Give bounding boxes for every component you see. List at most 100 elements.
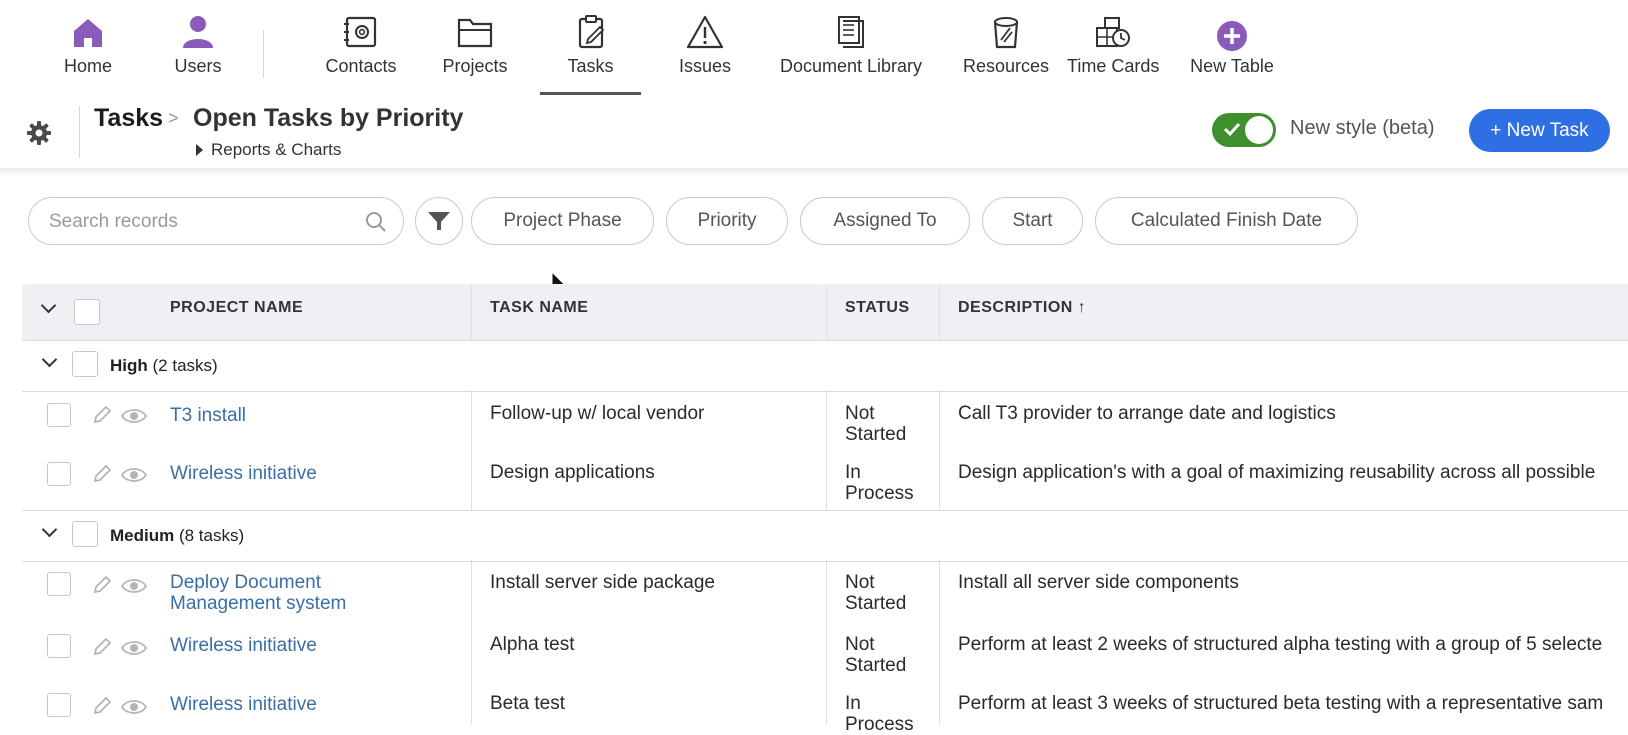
nav-item-issues[interactable]: Issues — [665, 14, 745, 94]
chip-project-phase[interactable]: Project Phase — [471, 197, 654, 245]
time-cards-icon — [1096, 17, 1130, 47]
chip-priority[interactable]: Priority — [666, 197, 788, 245]
project-name-link[interactable]: Wireless initiative — [170, 463, 450, 484]
description-cell: Install all server side components — [958, 572, 1239, 593]
eye-icon[interactable] — [121, 407, 147, 425]
project-name-link[interactable]: T3 install — [170, 405, 450, 426]
column-divider — [826, 560, 827, 724]
project-name-link[interactable]: Deploy Document Management system — [170, 572, 400, 614]
nav-item-projects[interactable]: Projects — [430, 14, 520, 94]
search-input[interactable] — [47, 208, 351, 236]
col-header-project-name[interactable]: PROJECT NAME — [170, 299, 303, 317]
row-checkbox[interactable] — [47, 572, 71, 596]
nav-item-home[interactable]: Home — [58, 14, 118, 94]
row-checkbox[interactable] — [47, 693, 71, 717]
user-icon — [183, 16, 213, 48]
pencil-icon[interactable] — [92, 405, 112, 425]
group-checkbox[interactable] — [72, 521, 98, 547]
eye-icon[interactable] — [121, 639, 147, 657]
description-cell: Perform at least 2 weeks of structured a… — [958, 634, 1603, 655]
description-cell: Design application's with a goal of maxi… — [958, 462, 1596, 483]
toggle-knob — [1245, 116, 1273, 144]
select-all-checkbox[interactable] — [74, 299, 100, 325]
nav-label: Contacts — [325, 56, 397, 76]
chip-assigned-to[interactable]: Assigned To — [800, 197, 970, 245]
new-task-button[interactable]: + New Task — [1469, 109, 1610, 152]
filter-icon — [428, 212, 450, 230]
nav-item-new-table[interactable]: New Table — [1189, 14, 1275, 94]
status-cell: In Process — [845, 462, 914, 504]
task-name-cell: Design applications — [490, 462, 655, 483]
column-divider — [939, 284, 940, 340]
chip-calculated-finish-date[interactable]: Calculated Finish Date — [1095, 197, 1358, 245]
column-divider — [939, 390, 940, 510]
group-header-medium — [22, 510, 1628, 562]
home-icon — [74, 19, 102, 47]
column-divider — [826, 390, 827, 510]
nav-item-users[interactable]: Users — [170, 14, 226, 94]
breadcrumb-separator: > — [168, 108, 179, 128]
col-header-task-name[interactable]: TASK NAME — [490, 299, 588, 317]
group-count: (2 tasks) — [152, 356, 218, 375]
nav-item-time-cards[interactable]: Time Cards — [1067, 14, 1159, 94]
eye-icon[interactable] — [121, 698, 147, 716]
group-count: (8 tasks) — [178, 526, 245, 545]
row-checkbox[interactable] — [47, 634, 71, 658]
plus-circle-icon — [1217, 21, 1247, 51]
folder-icon — [457, 18, 493, 48]
pencil-icon[interactable] — [92, 696, 112, 716]
nav-label: Resources — [962, 56, 1050, 76]
col-header-description[interactable]: DESCRIPTION ↑ — [958, 299, 1086, 317]
pencil-icon[interactable] — [92, 575, 112, 595]
status-cell: In Process — [845, 693, 914, 735]
tab-tasks[interactable]: Tasks — [540, 14, 641, 95]
resources-icon — [993, 17, 1019, 49]
col-header-status[interactable]: STATUS — [845, 299, 910, 317]
status-cell: Not Started — [845, 572, 907, 614]
nav-divider — [263, 30, 264, 78]
group-checkbox[interactable] — [72, 351, 98, 377]
nav-label: New Table — [1190, 56, 1274, 76]
eye-icon[interactable] — [121, 577, 147, 595]
warning-icon — [686, 15, 724, 49]
column-divider — [939, 560, 940, 724]
row-checkbox[interactable] — [47, 403, 71, 427]
page-title: Open Tasks by Priority — [193, 104, 464, 132]
eye-icon[interactable] — [121, 466, 147, 484]
search-icon[interactable] — [365, 211, 387, 233]
nav-label: Tasks — [567, 56, 614, 76]
check-icon — [1223, 122, 1241, 137]
reports-charts-label: Reports & Charts — [211, 140, 342, 159]
breadcrumb-root[interactable]: Tasks — [94, 104, 163, 133]
contacts-icon — [344, 16, 377, 48]
group-label: Medium (8 tasks) — [110, 526, 244, 546]
nav-item-document-library[interactable]: Document Library — [778, 14, 924, 94]
top-nav: Home Users Contacts Projects Tasks Issue… — [0, 0, 1628, 96]
chip-start[interactable]: Start — [982, 197, 1083, 245]
clipboard-icon — [578, 15, 604, 49]
task-name-cell: Alpha test — [490, 634, 575, 655]
group-name: High — [110, 356, 148, 375]
project-name-link[interactable]: Wireless initiative — [170, 635, 450, 656]
pencil-icon[interactable] — [92, 637, 112, 657]
new-style-toggle[interactable] — [1212, 113, 1276, 147]
nav-item-resources[interactable]: Resources — [953, 14, 1059, 94]
gear-icon[interactable] — [26, 120, 52, 146]
reports-charts-toggle[interactable]: Reports & Charts — [196, 140, 341, 160]
header-shadow — [0, 168, 1628, 176]
row-checkbox[interactable] — [47, 462, 71, 486]
column-divider — [471, 560, 472, 724]
group-label: High (2 tasks) — [110, 356, 218, 376]
filter-button[interactable] — [415, 197, 463, 245]
status-cell: Not Started — [845, 403, 907, 445]
status-cell: Not Started — [845, 634, 907, 676]
header-divider — [79, 106, 80, 158]
column-divider — [826, 284, 827, 340]
project-name-link[interactable]: Wireless initiative — [170, 694, 450, 715]
nav-item-contacts[interactable]: Contacts — [316, 14, 406, 94]
description-cell: Perform at least 3 weeks of structured b… — [958, 693, 1604, 714]
caret-right-icon — [196, 144, 203, 156]
pencil-icon[interactable] — [92, 464, 112, 484]
document-icon — [838, 16, 864, 48]
nav-label: Document Library — [779, 56, 923, 76]
